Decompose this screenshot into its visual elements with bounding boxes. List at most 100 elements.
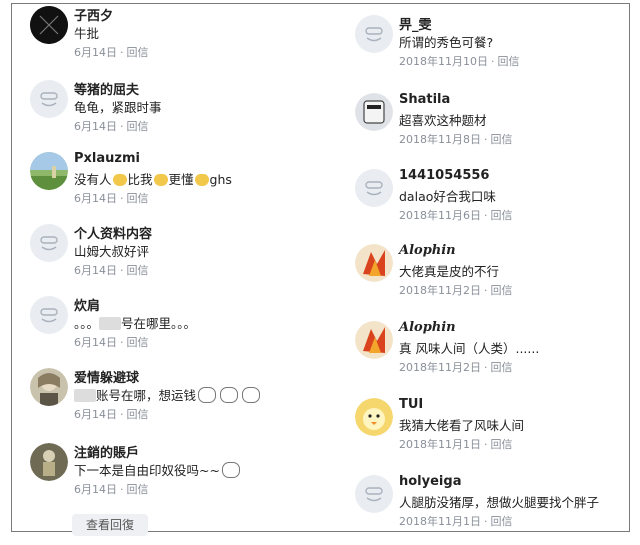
comment-meta: 2018年11月2日 · 回信	[399, 284, 513, 297]
comment-date: 2018年11月8日	[399, 133, 481, 146]
username[interactable]: holyeiga	[399, 474, 461, 489]
username[interactable]: Pxlauzmi	[74, 151, 140, 166]
reply-link[interactable]: 回信	[127, 264, 149, 277]
username[interactable]: 等猪的屈夫	[74, 79, 139, 98]
comment-date: 2018年11月10日	[399, 55, 488, 68]
comment-meta: 6月14日 · 回信	[74, 120, 149, 133]
comment-text: 所谓的秀色可餐?	[399, 35, 494, 50]
username[interactable]: Alophin	[399, 320, 456, 335]
sticker-icon	[220, 387, 239, 403]
reply-link[interactable]: 回信	[491, 133, 513, 146]
default-avatar-icon[interactable]	[355, 15, 393, 53]
reply-link[interactable]: 回信	[127, 46, 149, 59]
default-avatar-icon[interactable]	[30, 224, 68, 262]
comment-text: 龟龟，紧跟时事	[74, 100, 162, 115]
reply-link[interactable]: 回信	[491, 284, 513, 297]
username[interactable]: Alophin	[399, 243, 456, 258]
pray-emoji-icon	[153, 174, 168, 186]
username[interactable]: 子西夕	[74, 5, 113, 24]
hands-emoji-icon	[194, 174, 209, 186]
user-avatar[interactable]	[30, 443, 68, 481]
text-part: 更懂	[168, 172, 194, 187]
reply-link[interactable]: 回信	[127, 483, 149, 496]
username[interactable]: 畀_雯	[399, 14, 432, 33]
text-part: 下一本是自由印奴役吗~~	[74, 463, 220, 478]
comment-meta: 6月14日 · 回信	[74, 46, 149, 59]
username[interactable]: 个人资料内容	[74, 223, 152, 242]
comment-date: 2018年11月1日	[399, 515, 481, 528]
user-avatar[interactable]	[355, 93, 393, 131]
user-avatar[interactable]	[30, 152, 68, 190]
reply-link[interactable]: 回信	[127, 192, 149, 205]
comment-text: 没有人 比我 更懂 ghs	[74, 169, 232, 188]
default-avatar-icon[interactable]	[30, 296, 68, 334]
comment: 畀_雯 所谓的秀色可餐? 2018年11月10日 · 回信	[355, 15, 625, 85]
default-avatar-icon[interactable]	[30, 80, 68, 118]
comment: Shatila 超喜欢这种题材 2018年11月8日 · 回信	[355, 92, 625, 163]
comments-panel: 子西夕 牛批 6月14日 · 回信 等猪的屈夫 龟龟，紧跟时事 6月14日 · 回信 P…	[11, 3, 630, 536]
username[interactable]: 1441054556	[399, 168, 489, 183]
comment-meta: 6月14日 · 回信	[74, 336, 149, 349]
default-avatar-icon[interactable]	[355, 169, 393, 207]
comment: Pxlauzmi 没有人 比我 更懂 ghs 6月14日 · 回信	[30, 151, 320, 222]
username[interactable]: 炊肩	[74, 295, 100, 314]
reply-link[interactable]: 回信	[498, 55, 520, 68]
comment: Alophin 真 风味人间（人类）...... 2018年11月2日 · 回信	[355, 320, 625, 391]
reply-link[interactable]: 回信	[491, 515, 513, 528]
text-part: 比我	[127, 172, 153, 187]
comment-meta: 6月14日 · 回信	[74, 192, 149, 205]
comment-date: 2018年11月2日	[399, 361, 481, 374]
user-avatar[interactable]	[355, 244, 393, 282]
comment-text: 。。。 号在哪里。。。	[74, 313, 196, 332]
comment-meta: 2018年11月10日 · 回信	[399, 55, 520, 68]
comment-date: 6月14日	[74, 264, 117, 277]
reply-link[interactable]: 回信	[491, 361, 513, 374]
comment-date: 2018年11月6日	[399, 209, 481, 222]
comment-meta: 6月14日 · 回信	[74, 264, 149, 277]
sticker-icon	[198, 387, 217, 403]
user-avatar[interactable]	[355, 398, 393, 436]
comment-text: 真 风味人间（人类）......	[399, 341, 540, 356]
redacted-block	[74, 389, 96, 402]
comment-text: 超喜欢这种题材	[399, 113, 487, 128]
reply-link[interactable]: 回信	[127, 408, 149, 421]
user-avatar[interactable]	[30, 6, 68, 44]
default-avatar-icon[interactable]	[355, 475, 393, 513]
reply-link[interactable]: 回信	[491, 209, 513, 222]
comment: 爱情躲避球 账号在哪，想运钱 6月14日 · 回信	[30, 368, 320, 438]
comment: holyeiga 人腿肪没猪厚，想做火腿要找个胖子 2018年11月1日 · 回信	[355, 474, 625, 545]
comment: 个人资料内容 山姆大叔好评 6月14日 · 回信	[30, 224, 320, 294]
comment-text: 下一本是自由印奴役吗~~	[74, 460, 242, 479]
text-part: 号在哪里。。。	[121, 316, 197, 331]
comment-meta: 2018年11月6日 · 回信	[399, 209, 513, 222]
comment-text: 大佬真是皮的不行	[399, 264, 500, 279]
comment: 等猪的屈夫 龟龟，紧跟时事 6月14日 · 回信	[30, 80, 320, 150]
reply-link[interactable]: 回信	[127, 120, 149, 133]
comment-text: 我猜大佬看了风味人间	[399, 418, 525, 433]
username[interactable]: 爱情躲避球	[74, 367, 139, 386]
redacted-block	[99, 317, 122, 330]
comment-date: 2018年11月1日	[399, 438, 481, 451]
username[interactable]: TUI	[399, 397, 423, 412]
comment-text: 山姆大叔好评	[74, 244, 150, 259]
hands-emoji-icon	[112, 174, 127, 186]
username[interactable]: Shatila	[399, 92, 450, 107]
username[interactable]: 注銷的賬戶	[74, 442, 139, 461]
reply-link[interactable]: 回信	[127, 336, 149, 349]
comment-meta: 2018年11月2日 · 回信	[399, 361, 513, 374]
comment-date: 6月14日	[74, 46, 117, 59]
view-replies-button[interactable]: 查看回復	[72, 514, 148, 536]
comment-meta: 6月14日 · 回信	[74, 483, 149, 496]
comment-meta: 2018年11月1日 · 回信	[399, 515, 513, 528]
text-part: 没有人	[74, 172, 112, 187]
comment-date: 6月14日	[74, 336, 117, 349]
user-avatar[interactable]	[30, 368, 68, 406]
user-avatar[interactable]	[355, 321, 393, 359]
comment-meta: 2018年11月8日 · 回信	[399, 133, 513, 146]
comment-text: 牛批	[74, 26, 100, 41]
reply-link[interactable]: 回信	[491, 438, 513, 451]
comment: 子西夕 牛批 6月14日 · 回信	[30, 6, 320, 76]
comment-text: 人腿肪没猪厚，想做火腿要找个胖子	[399, 495, 600, 510]
comment-date: 6月14日	[74, 483, 117, 496]
comment: TUI 我猜大佬看了风味人间 2018年11月1日 · 回信	[355, 397, 625, 468]
